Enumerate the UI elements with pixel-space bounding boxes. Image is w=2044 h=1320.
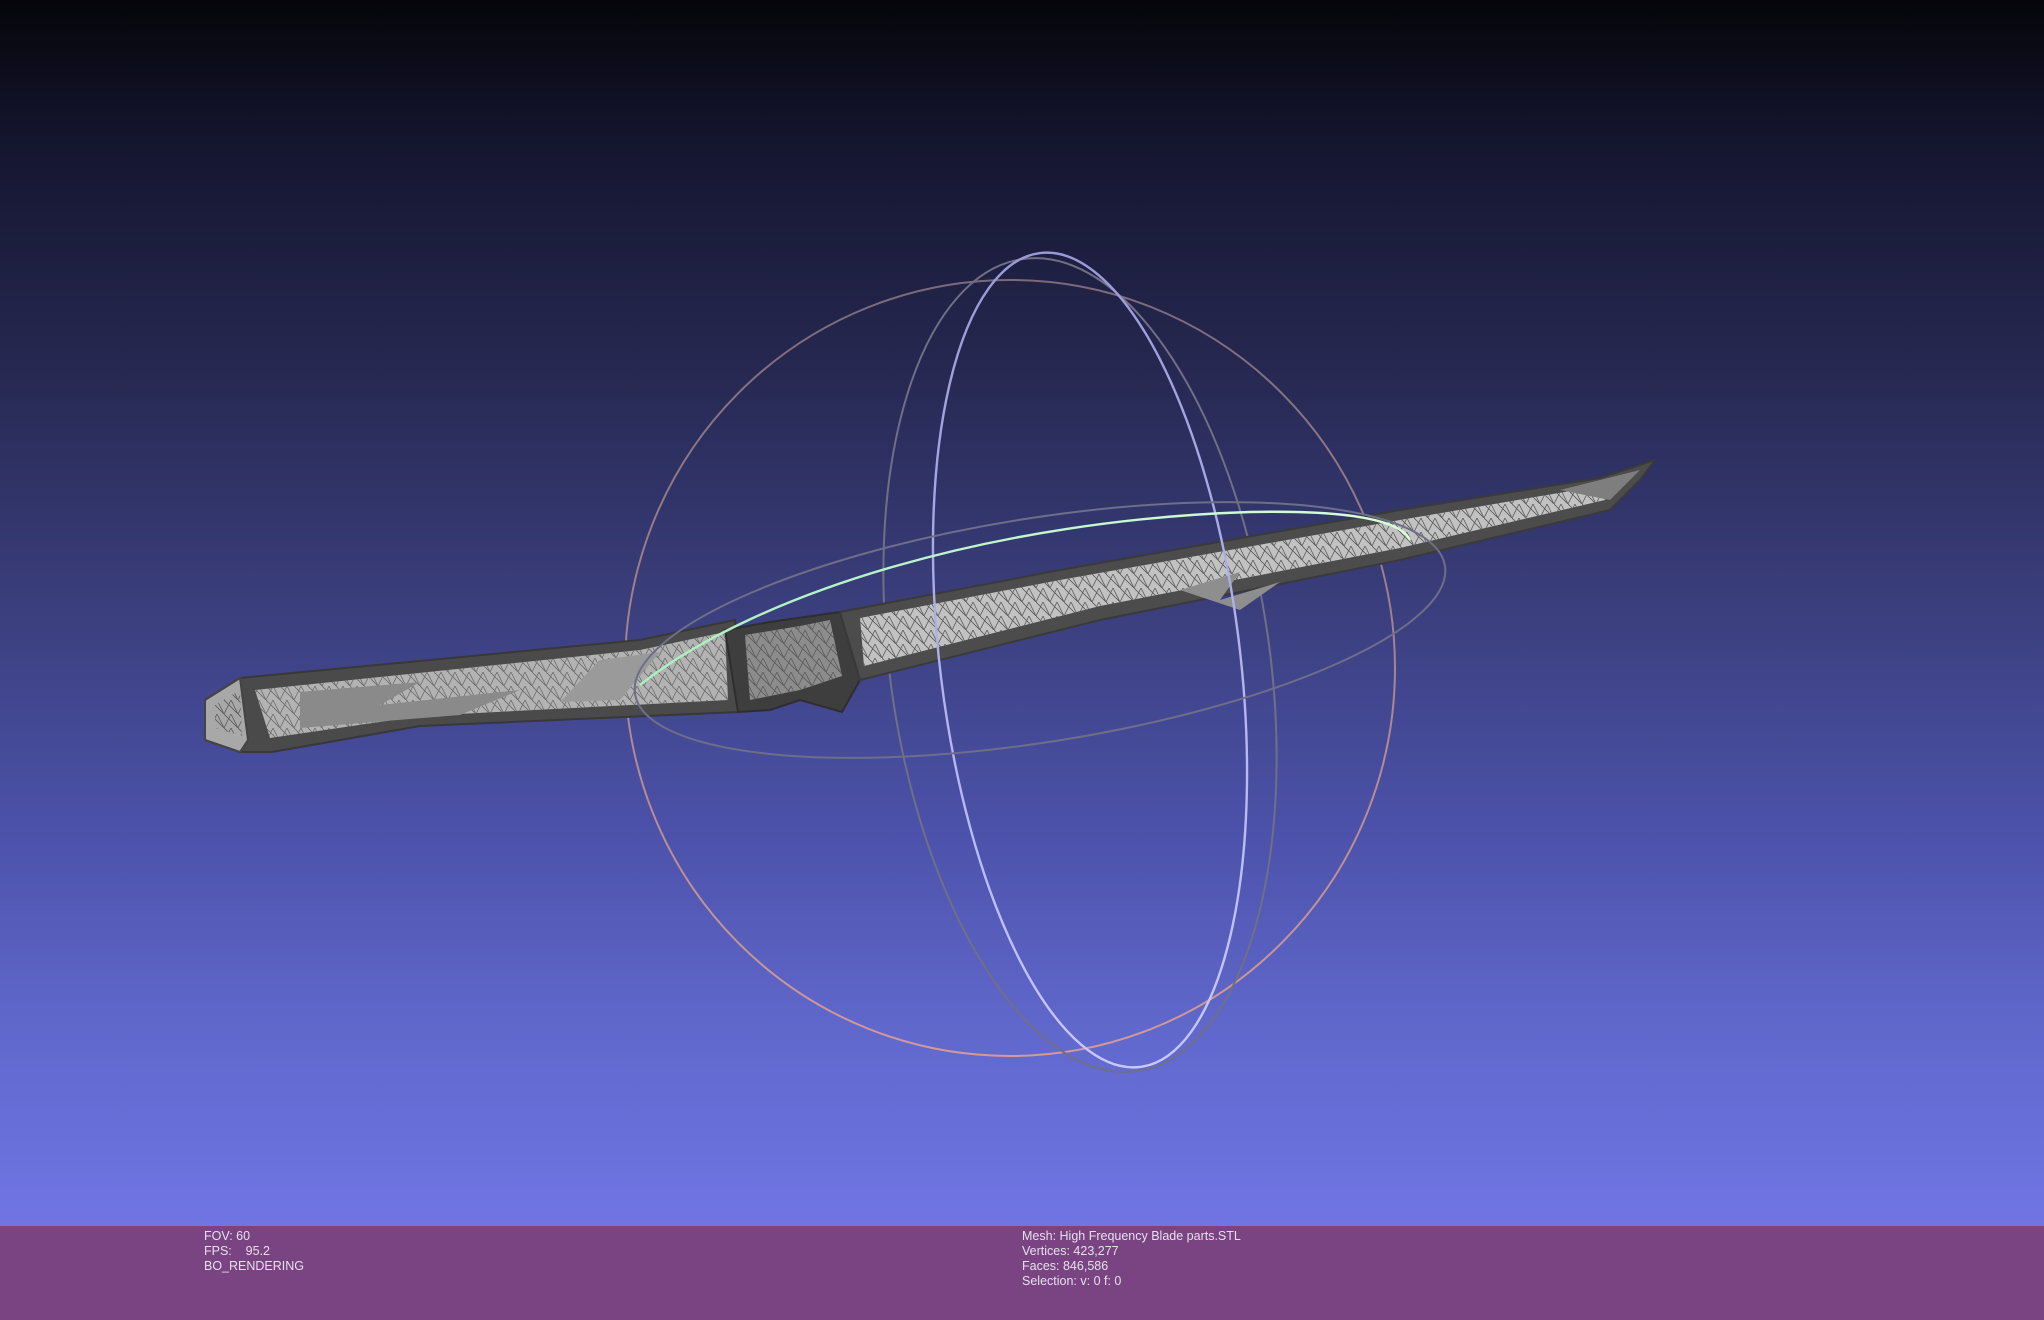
render-info: FOV: 60 FPS: 95.2 BO_RENDERING [204,1229,304,1274]
mesh-name: Mesh: High Frequency Blade parts.STL [1022,1229,1241,1243]
mesh-model [204,458,1658,754]
render-mode: BO_RENDERING [204,1259,305,1273]
vertex-count: Vertices: 423,277 [1022,1244,1119,1258]
fps-readout: FPS: 95.2 [204,1244,271,1258]
scene-canvas[interactable] [0,0,2044,1226]
mesh-info: Mesh: High Frequency Blade parts.STL Ver… [1022,1229,1241,1289]
fov-readout: FOV: 60 [204,1229,251,1243]
3d-viewport[interactable] [0,0,2044,1226]
status-bar: FOV: 60 FPS: 95.2 BO_RENDERING Mesh: Hig… [0,1226,2044,1320]
trackball-ring-y [931,251,1249,1069]
face-count: Faces: 846,586 [1022,1259,1109,1273]
selection-count: Selection: v: 0 f: 0 [1022,1274,1122,1288]
